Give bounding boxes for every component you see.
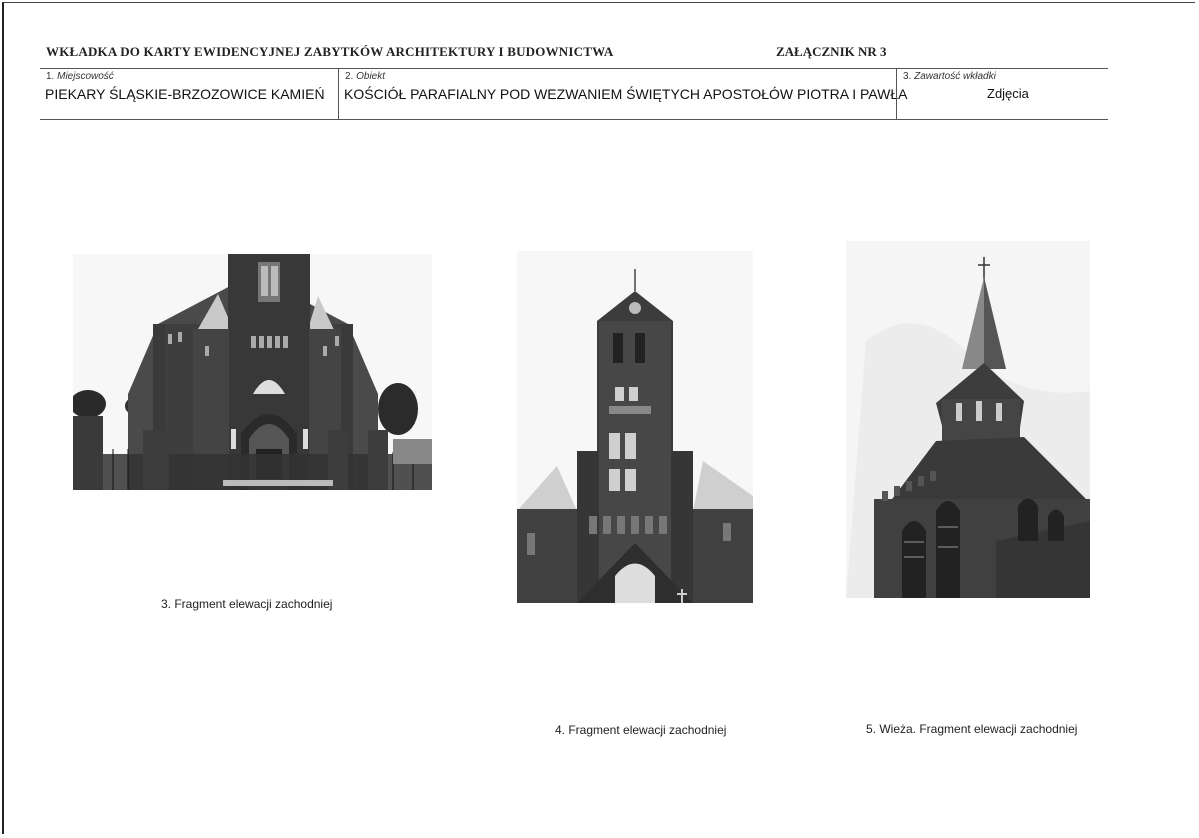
- photo-church-facade: [73, 254, 432, 490]
- field-locality: 1. Miejscowość PIEKARY ŚLĄSKIE-BRZOZOWIC…: [40, 69, 338, 119]
- photo-tower-spire: [846, 241, 1090, 598]
- field-caption: 3. Zawartość wkładki: [903, 71, 996, 82]
- photo-tower-fragment: [517, 251, 753, 603]
- document-title: WKŁADKA DO KARTY EWIDENCYJNEJ ZABYTKÓW A…: [46, 44, 614, 59]
- field-contents: 3. Zawartość wkładki Zdjęcia: [896, 69, 1108, 119]
- field-value: KOŚCIÓŁ PARAFIALNY POD WEZWANIEM ŚWIĘTYC…: [344, 86, 908, 102]
- field-object: 2. Obiekt KOŚCIÓŁ PARAFIALNY POD WEZWANI…: [338, 69, 907, 119]
- photo-caption-4: 4. Fragment elewacji zachodniej: [555, 723, 727, 737]
- field-value: Zdjęcia: [987, 86, 1029, 101]
- photo-caption-5: 5. Wieża. Fragment elewacji zachodniej: [866, 722, 1078, 736]
- field-caption: 1. Miejscowość: [46, 71, 114, 82]
- header-table: 1. Miejscowość PIEKARY ŚLĄSKIE-BRZOZOWIC…: [40, 68, 1108, 120]
- annex-label: ZAŁĄCZNIK NR 3: [776, 44, 887, 59]
- field-value: PIEKARY ŚLĄSKIE-BRZOZOWICE KAMIEŃ: [45, 86, 325, 102]
- photo-caption-3: 3. Fragment elewacji zachodniej: [161, 597, 333, 611]
- field-caption: 2. Obiekt: [345, 71, 386, 82]
